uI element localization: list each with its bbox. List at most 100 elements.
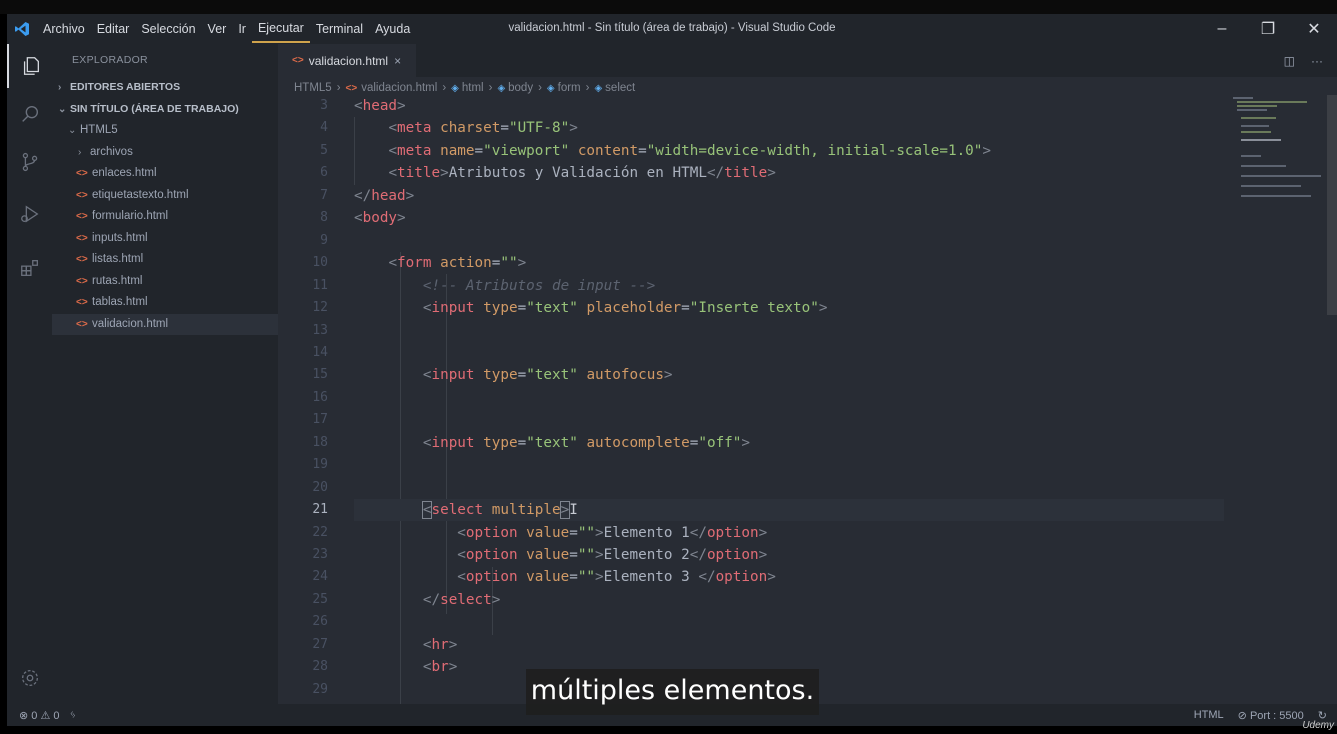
- menu-terminal[interactable]: Terminal: [310, 14, 369, 44]
- line-number: 19: [278, 454, 1337, 476]
- menu-bar: Archivo Editar Selección Ver Ir Ejecutar…: [37, 14, 416, 44]
- status-left: ⊗ 0 ⚠ 0 ᛃ: [19, 709, 76, 722]
- breadcrumb-item[interactable]: html: [462, 82, 484, 94]
- minimap[interactable]: [1233, 95, 1323, 215]
- menu-ver[interactable]: Ver: [202, 14, 233, 44]
- code-line: </head>: [354, 187, 415, 204]
- activity-bar: [7, 44, 52, 704]
- code-line: <option value="">Elemento 1</option>: [457, 524, 768, 541]
- folder-label: archivos: [90, 145, 133, 158]
- vscode-logo-icon: [7, 14, 37, 44]
- menu-ayuda[interactable]: Ayuda: [369, 14, 416, 44]
- menu-ejecutar[interactable]: Ejecutar: [251, 15, 310, 43]
- file-item[interactable]: <> enlaces.html: [52, 163, 278, 185]
- chevron-right-icon: ›: [78, 146, 82, 158]
- port-icon: ⊘: [1237, 709, 1247, 722]
- chevron-right-icon: ›: [585, 82, 590, 94]
- code-line: <input type="text" placeholder="Inserte …: [422, 300, 828, 317]
- breadcrumb-item[interactable]: validacion.html: [361, 82, 437, 94]
- code-line: <meta name="viewport" content="width=dev…: [388, 142, 992, 159]
- file-label: tablas.html: [92, 296, 148, 308]
- breadcrumb-item[interactable]: select: [605, 82, 635, 94]
- chevron-down-icon: ⌄: [68, 125, 77, 136]
- problems-indicator[interactable]: ⊗ 0 ⚠ 0: [19, 709, 60, 722]
- line-number-text: 20: [312, 479, 328, 495]
- html-file-icon: <>: [76, 275, 88, 287]
- line-number-text: 26: [312, 614, 328, 630]
- file-item[interactable]: <> listas.html: [52, 249, 278, 271]
- code-line: </select>: [422, 591, 501, 608]
- html-file-icon: <>: [76, 254, 88, 265]
- html-file-icon: <>: [292, 55, 304, 66]
- chevron-right-icon: ›: [442, 82, 447, 94]
- chevron-right-icon: ›: [58, 82, 62, 93]
- editor-actions: ◫ ···: [1284, 44, 1323, 77]
- vertical-scrollbar[interactable]: [1327, 95, 1337, 315]
- gear-icon[interactable]: [7, 656, 52, 700]
- chevron-right-icon: ›: [488, 82, 493, 94]
- breadcrumb-item[interactable]: body: [508, 82, 533, 94]
- explorer-icon[interactable]: [7, 44, 52, 88]
- live-share-icon[interactable]: ᛃ: [70, 709, 77, 721]
- file-item[interactable]: <> inputs.html: [52, 228, 278, 250]
- code-line: <meta charset="UTF-8">: [388, 120, 578, 137]
- run-debug-icon[interactable]: [7, 192, 52, 236]
- html-file-icon: <>: [76, 211, 88, 222]
- minimize-button[interactable]: –: [1199, 14, 1245, 44]
- line-number-text: 13: [312, 322, 328, 338]
- html-file-icon: <>: [76, 318, 88, 330]
- source-control-icon[interactable]: [7, 140, 52, 184]
- menu-seleccion[interactable]: Selección: [135, 14, 201, 44]
- open-editors-label: EDITORES ABIERTOS: [70, 81, 181, 93]
- code-line: <form action="">: [388, 255, 527, 272]
- close-tab-icon[interactable]: ×: [394, 54, 401, 68]
- split-editor-icon[interactable]: ◫: [1284, 54, 1295, 68]
- explorer-sidebar: EXPLORADOR › EDITORES ABIERTOS ⌄ SIN TÍT…: [52, 44, 278, 704]
- live-server-port[interactable]: ⊘ Port : 5500: [1238, 709, 1304, 722]
- code-line: <option value="">Elemento 2</option>: [457, 547, 768, 563]
- extensions-icon[interactable]: [7, 246, 52, 290]
- folder-archivos[interactable]: › archivos: [52, 142, 278, 164]
- bottom-black-bar: [0, 726, 1337, 734]
- file-label: etiquetastexto.html: [92, 188, 189, 201]
- code-line: <input type="text" autofocus>: [422, 367, 673, 384]
- restore-button[interactable]: ❐: [1245, 14, 1291, 44]
- open-editors-section[interactable]: › EDITORES ABIERTOS: [52, 77, 278, 99]
- folder-label: HTML5: [80, 124, 118, 136]
- menu-editar[interactable]: Editar: [91, 14, 136, 44]
- file-label: rutas.html: [92, 274, 143, 287]
- line-number-text: 14: [312, 344, 328, 360]
- tab-validacion[interactable]: <> validacion.html ×: [278, 44, 416, 77]
- file-label: formulario.html: [92, 210, 169, 222]
- html-file-icon: <>: [76, 297, 88, 308]
- menu-ir[interactable]: Ir: [232, 14, 252, 44]
- workspace-section[interactable]: ⌄ SIN TÍTULO (ÁREA DE TRABAJO): [52, 99, 278, 121]
- file-item[interactable]: <> etiquetastexto.html: [52, 185, 278, 207]
- folder-html5[interactable]: ⌄ HTML5: [52, 120, 278, 142]
- code-line: <input type="text" autocomplete="off">: [422, 434, 751, 451]
- chevron-right-icon: ›: [336, 82, 341, 94]
- error-count: 0: [31, 709, 38, 722]
- more-actions-icon[interactable]: ···: [1311, 54, 1323, 68]
- file-item-selected[interactable]: <> validacion.html: [52, 313, 278, 335]
- line-number-text: 29: [312, 681, 328, 697]
- breadcrumb-item[interactable]: form: [558, 82, 581, 94]
- video-caption: múltiples elementos.: [526, 669, 819, 715]
- sidebar-title: EXPLORADOR: [72, 54, 148, 66]
- language-mode[interactable]: HTML: [1194, 709, 1224, 721]
- html-file-icon: <>: [76, 168, 88, 179]
- udemy-watermark: Udemy: [1302, 720, 1334, 731]
- line-number: 16: [278, 387, 1337, 409]
- line-number-text: 17: [312, 412, 328, 428]
- close-button[interactable]: ✕: [1291, 14, 1337, 44]
- menu-archivo[interactable]: Archivo: [37, 14, 91, 44]
- file-item[interactable]: <> tablas.html: [52, 292, 278, 314]
- search-icon[interactable]: [7, 92, 52, 136]
- breadcrumb-item[interactable]: HTML5: [294, 82, 332, 94]
- chevron-right-icon: ›: [538, 82, 542, 94]
- element-icon: ◈: [594, 82, 603, 94]
- file-item[interactable]: <> formulario.html: [52, 206, 278, 228]
- code-editor[interactable]: 3 4 5 6 7 8 9 10 11 12 13 14 15 16 17 18 19 20 21 22 23 24 25 2…: [278, 95, 1337, 704]
- tab-bar: <> validacion.html × ◫ ···: [278, 44, 1337, 77]
- file-item[interactable]: <> rutas.html: [52, 271, 278, 293]
